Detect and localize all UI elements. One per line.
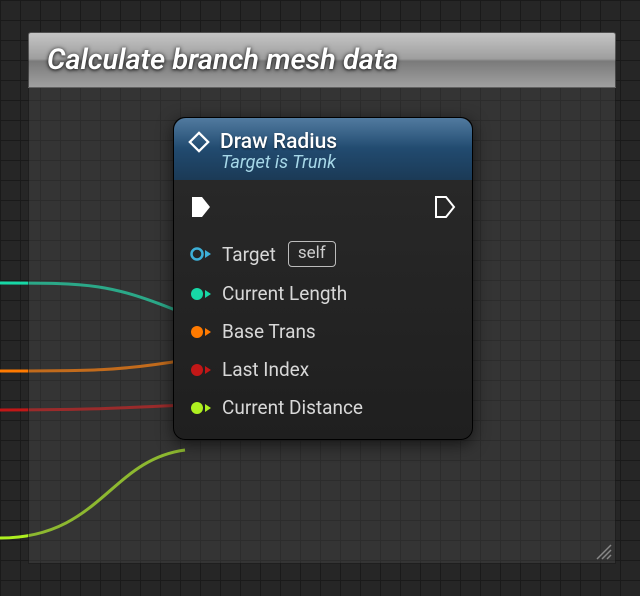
- pin-label: Current Length: [222, 282, 347, 305]
- node-header[interactable]: Draw Radius Target is Trunk: [174, 118, 472, 180]
- node-draw-radius[interactable]: Draw Radius Target is Trunk: [173, 117, 473, 440]
- pin-label: Target: [222, 243, 276, 266]
- comment-title-text: Calculate branch mesh data: [47, 43, 398, 77]
- input-pin-last-index[interactable]: Last Index: [186, 352, 460, 387]
- node-subtitle: Target is Trunk: [221, 152, 458, 173]
- node-body: Target self Current Length Base Trans: [174, 180, 472, 439]
- resize-grip-icon[interactable]: [594, 542, 612, 560]
- input-pin-current-distance[interactable]: Current Distance: [186, 390, 460, 425]
- exec-out-pin[interactable]: [434, 196, 456, 218]
- self-badge[interactable]: self: [288, 241, 336, 267]
- pin-icon[interactable]: [190, 243, 212, 265]
- pin-icon[interactable]: [190, 397, 212, 419]
- pin-icon[interactable]: [190, 321, 212, 343]
- function-icon: [188, 131, 210, 153]
- pin-icon[interactable]: [190, 359, 212, 381]
- input-pin-current-length[interactable]: Current Length: [186, 276, 460, 311]
- pin-label: Last Index: [222, 358, 309, 381]
- comment-title[interactable]: Calculate branch mesh data: [28, 32, 616, 88]
- input-pin-target[interactable]: Target self: [186, 235, 460, 273]
- input-pin-base-trans[interactable]: Base Trans: [186, 314, 460, 349]
- pin-icon[interactable]: [190, 283, 212, 305]
- node-title: Draw Radius: [220, 130, 337, 154]
- pin-label: Current Distance: [222, 396, 363, 419]
- pin-label: Base Trans: [222, 320, 316, 343]
- exec-in-pin[interactable]: [190, 196, 212, 218]
